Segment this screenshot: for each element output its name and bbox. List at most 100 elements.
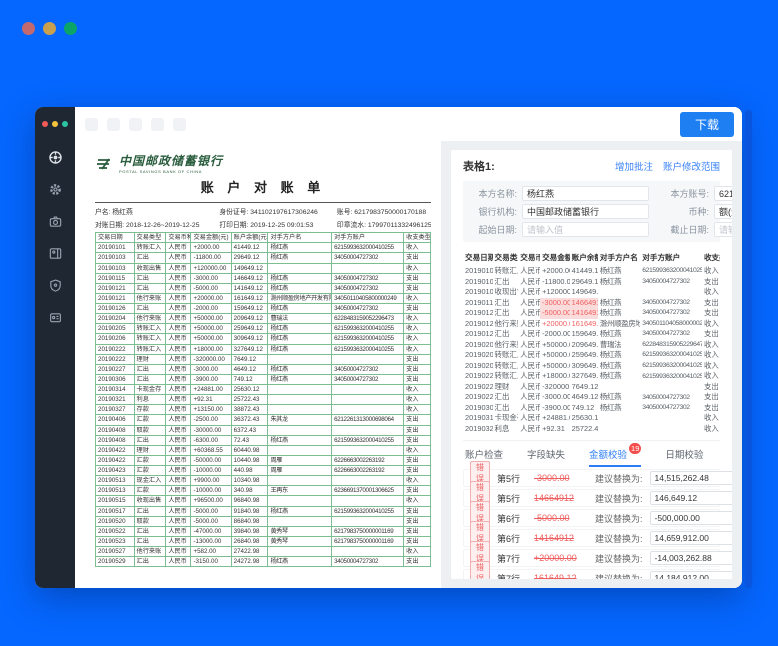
toolbar-button-5[interactable] <box>173 117 186 131</box>
page-scrollbar[interactable] <box>745 110 752 588</box>
parsed-row[interactable]: 20190321 利息 人民币 +92.31 25722.43 收入 <box>463 424 720 435</box>
cell-counterparty-account <box>331 475 405 487</box>
cell-type: 汇出 <box>494 329 510 339</box>
cell-counterparty-account <box>331 262 405 274</box>
form-field-input[interactable] <box>714 222 732 237</box>
host-zoom-button[interactable] <box>64 22 77 35</box>
download-button[interactable]: 下载 <box>679 111 734 137</box>
toolbar-button-4[interactable] <box>151 117 164 131</box>
form-field-input[interactable] <box>714 186 732 201</box>
cell-counterparty-account: 6215993632000410255 <box>331 323 405 335</box>
cell-currency: 人民币 <box>165 465 192 477</box>
tab[interactable]: 日期校验 <box>665 447 703 467</box>
tab[interactable]: 字段缺失 <box>527 447 565 467</box>
meta-item: 账号: 6217983750000170188 <box>337 206 431 216</box>
cell-type: 汇出 <box>133 505 167 517</box>
form-field-input[interactable] <box>714 204 732 219</box>
toolbar-button-1[interactable] <box>85 117 98 131</box>
parsed-row[interactable]: 20190103 汇出 人民币 -11800.00 29649.12 杨红燕 3… <box>463 277 720 288</box>
helm-logo-icon[interactable] <box>47 149 64 166</box>
form-field-input[interactable] <box>522 204 649 219</box>
cell-balance: 10340.98 <box>230 475 269 487</box>
cell-type: 收现出售 <box>133 495 167 507</box>
cell-inout: 收入 <box>703 266 719 275</box>
cell-type: 汇出 <box>494 308 510 318</box>
add-annotation-link[interactable]: 增加批注 <box>615 159 653 173</box>
cell-date: 20190206 <box>95 333 135 345</box>
error-suggestion-input[interactable] <box>649 511 732 526</box>
cell-counterparty-account <box>331 353 405 365</box>
statement-row: 20190321 利息 人民币 +92.31 25722.43 收入 <box>95 394 431 406</box>
data-panel: 表格1: 增加批注 账户修改范围 本方名称: 杨红燕 本方账号: 6217983… <box>441 141 742 588</box>
statement-row: 20190422 理财 人民币 +60368.55 60440.98 收入 <box>95 444 431 456</box>
cell-type: 利息 <box>133 394 167 406</box>
statement-row: 20190204 他行来账 人民币 +50000.00 209649.12 曹瑞… <box>95 313 431 325</box>
cell-date: 20190523 <box>95 535 135 548</box>
statement-row: 20190520 取款 人民币 -5000.00 86840.98 支出 <box>95 515 431 527</box>
parsed-row[interactable]: 20190227 汇出 人民币 -3000.00 4649.12 杨红燕 340… <box>463 392 720 403</box>
zoom-button[interactable] <box>62 121 68 127</box>
error-suggestion-input[interactable] <box>649 551 732 566</box>
bank-subtitle: POSTAL SAVINGS BANK OF CHINA <box>119 169 202 175</box>
cell-date: 20190103 <box>95 252 135 264</box>
cell-amount: -3150.00 <box>190 556 232 568</box>
cell-counterparty-account <box>640 413 702 424</box>
error-suggestion-input[interactable] <box>649 531 732 546</box>
gear-icon[interactable] <box>47 181 64 198</box>
parsed-row[interactable]: 20190314 卡现金存 人民币 +24881.00 25630.12 收入 <box>463 413 720 424</box>
album-icon[interactable] <box>47 245 64 262</box>
cell-balance: 14664912 <box>569 297 598 309</box>
parsed-row[interactable]: 20190126 汇出 人民币 -2000.00 159649.12 杨红燕 3… <box>463 329 720 340</box>
parsed-row[interactable]: 20190222 转账汇入 人民币 +18000.00 327649.12 杨红… <box>463 371 720 382</box>
statement-row: 20190103 收现出售 人民币 +120000.00 149649.12 收… <box>95 262 431 274</box>
error-suggestion-input[interactable] <box>649 471 732 486</box>
cell-counterparty-name: 杨红燕 <box>599 308 622 318</box>
cell-currency: 人民币 <box>165 444 192 456</box>
card-icon[interactable] <box>47 309 64 326</box>
cell-counterparty-name: 杨红燕 <box>599 371 622 381</box>
parsed-row[interactable]: 20190115 汇出 人民币 -3000.00 14664912 杨红燕 34… <box>463 297 720 309</box>
error-row: 错误4 第6行 14164912 建议替换为: 替换 <box>463 520 732 556</box>
parsed-row[interactable]: 20190103 收现出售 人民币 +120000.00 149649.12 收… <box>463 287 720 298</box>
host-close-button[interactable] <box>22 22 35 35</box>
cell-inout: 支出 <box>403 485 431 497</box>
tab[interactable]: 账户检查 <box>465 447 503 467</box>
parsed-row[interactable]: 20190101 转账汇入 人民币 +2000.00 41449.12 杨红燕 … <box>463 266 720 277</box>
column-header: 账户余额(元) <box>571 253 598 262</box>
toolbar-button-3[interactable] <box>129 117 142 131</box>
account-edit-scope-link[interactable]: 账户修改范围 <box>663 159 720 173</box>
parsed-row[interactable]: 20190204 他行来账 人民币 +50000.00 209649.12 曹瑞… <box>463 340 720 351</box>
tab[interactable]: 金额校验19 <box>589 443 642 468</box>
cell-balance: 259649.12 <box>230 323 269 335</box>
toolbar-button-2[interactable] <box>107 117 120 131</box>
cell-inout: 支出 <box>403 353 431 365</box>
cell-type: 卡现金存 <box>494 413 519 423</box>
form-field-input[interactable] <box>522 222 649 237</box>
parsed-row[interactable]: 20190121 汇出 人民币 -5000.00 14164912 杨红燕 34… <box>463 308 720 319</box>
error-suggestion-input[interactable] <box>649 491 732 506</box>
host-minimize-button[interactable] <box>43 22 56 35</box>
close-button[interactable] <box>42 121 48 127</box>
cell-type: 汇出 <box>133 303 167 315</box>
check-tabs: 账户检查 字段缺失 金额校验19 日期校验 <box>463 440 720 468</box>
column-header: 交易类型 <box>494 253 519 262</box>
error-row-number: 第5行 <box>497 473 521 484</box>
parsed-row[interactable]: 20190123 他行来账 人民币 +20000.00 161649.12 滁州… <box>463 319 720 330</box>
error-suggestion-input[interactable] <box>649 571 732 579</box>
parsed-row[interactable]: 20190306 汇出 人民币 -3900.00 749.12 杨红燕 3405… <box>463 403 720 414</box>
cell-amount: +92.31 <box>542 423 565 433</box>
camera-icon[interactable] <box>47 213 64 230</box>
table-card: 表格1: 增加批注 账户修改范围 本方名称: 杨红燕 本方账号: 6217983… <box>451 150 732 579</box>
parsed-row[interactable]: 20190222 理财 人民币 -320000.00 7649.12 支出 <box>463 382 720 393</box>
cell-type: 取款 <box>133 424 167 436</box>
parsed-row[interactable]: 20190206 转账汇入 人民币 +50000.00 309649.12 杨红… <box>463 361 720 372</box>
form-field-input[interactable] <box>522 186 649 201</box>
cell-counterparty-account <box>640 287 702 298</box>
cell-amount: +18000.00 <box>190 343 232 355</box>
meta-label: 打印日期: <box>219 222 251 230</box>
cell-counterparty-account: 34050004727302 <box>642 330 690 338</box>
minimize-button[interactable] <box>52 121 58 127</box>
shield-icon[interactable] <box>47 277 64 294</box>
cell-counterparty-name: 周雁 <box>267 454 333 467</box>
parsed-row[interactable]: 20190205 转账汇入 人民币 +50000.00 259649.12 杨红… <box>463 350 720 361</box>
